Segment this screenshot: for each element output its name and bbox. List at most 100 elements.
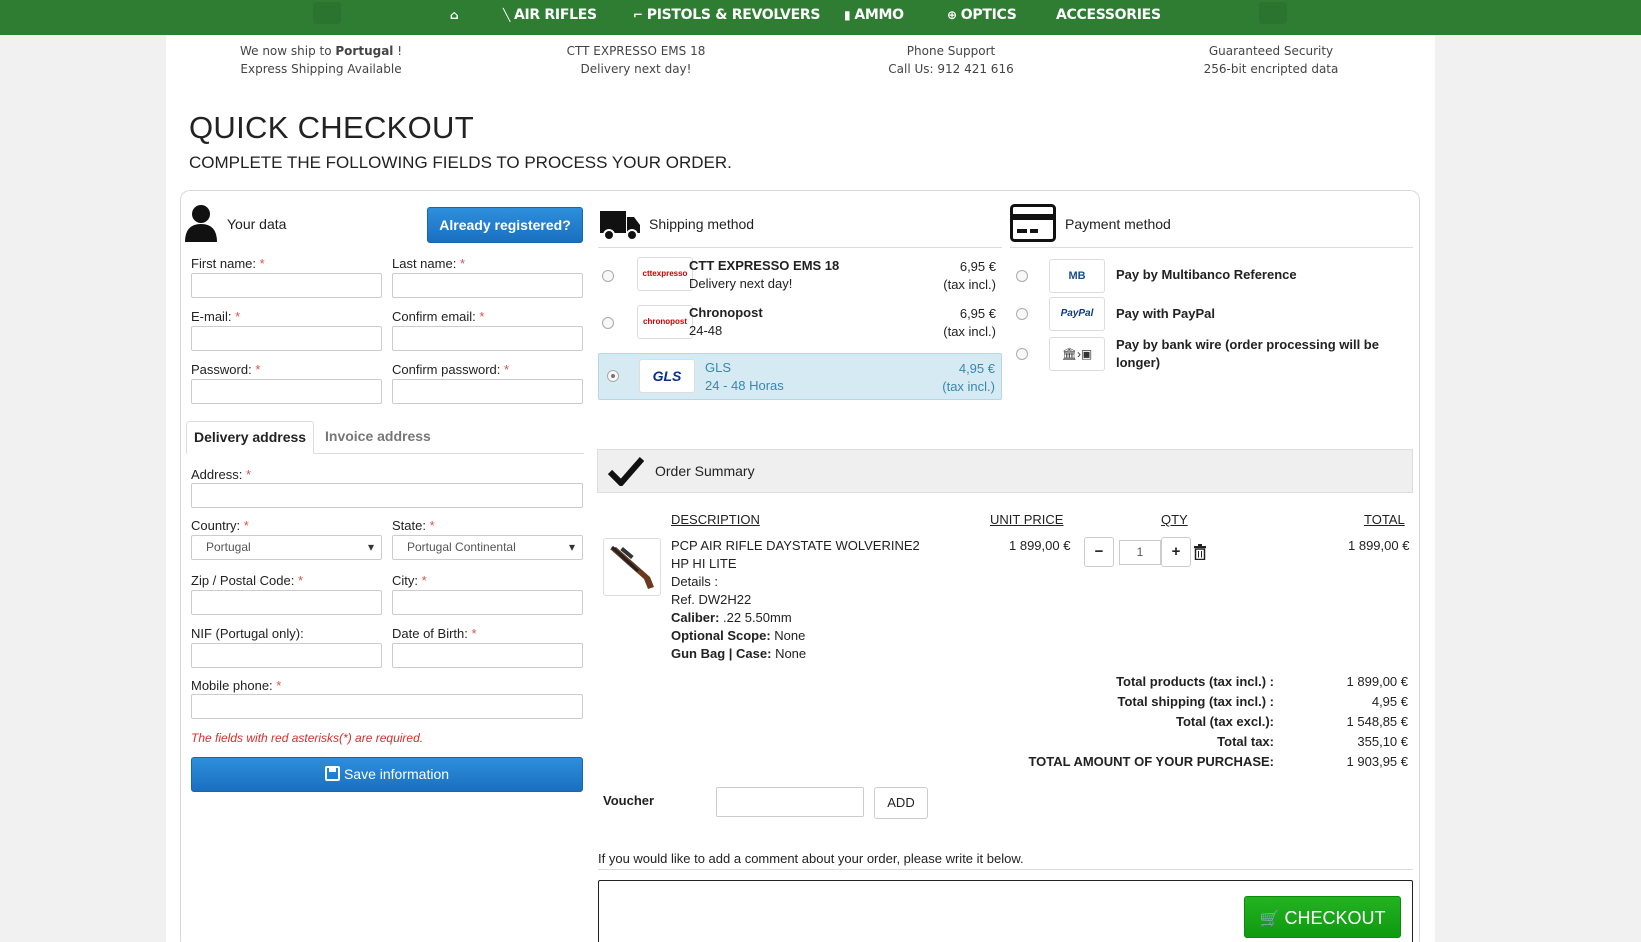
required-mark: * — [276, 678, 282, 693]
nav-ammo[interactable]: ▮ AMMO — [844, 0, 904, 35]
state-select[interactable]: Portugal Continental — [392, 535, 583, 560]
payment-radio-bankwire[interactable] — [1016, 348, 1028, 360]
gls-logo: GLS — [639, 359, 695, 393]
shipping-option-gls[interactable]: GLS GLS 24 - 48 Horas 4,95 € (tax incl.) — [598, 353, 1002, 400]
top-navigation: ⌂ ╲ AIR RIFLES ⌐ PISTOLS & REVOLVERS ▮ AMMO… — [0, 0, 1641, 35]
tab-delivery-address[interactable]: Delivery address — [186, 421, 315, 454]
nav-home[interactable]: ⌂ — [450, 0, 462, 35]
required-mark: * — [429, 518, 435, 533]
home-icon: ⌂ — [450, 8, 459, 22]
qty-input[interactable]: 1 — [1119, 540, 1161, 565]
nav-air-rifles[interactable]: ╲ AIR RIFLES — [503, 0, 597, 35]
last-name-input[interactable] — [392, 273, 583, 298]
country-select[interactable]: Portugal — [191, 535, 382, 560]
info-security: Guaranteed Security 256-bit encripted da… — [1166, 42, 1376, 78]
voucher-input[interactable] — [716, 787, 864, 817]
your-data-heading: Your data — [227, 216, 287, 232]
product-caliber: Caliber: .22 5.50mm — [671, 609, 920, 627]
label-text: Last name: — [392, 256, 457, 271]
label-text: Mobile phone: — [191, 678, 273, 693]
already-registered-button[interactable]: Already registered? — [427, 207, 583, 243]
shipping-radio[interactable] — [602, 270, 614, 282]
payment-name-paypal[interactable]: Pay with PayPal — [1116, 305, 1215, 323]
shipping-radio[interactable] — [602, 317, 614, 329]
last-name-label: Last name: * — [392, 256, 465, 271]
tab-invoice-address[interactable]: Invoice address — [318, 421, 438, 454]
zip-input[interactable] — [191, 590, 382, 615]
qty-increase-button[interactable]: + — [1161, 537, 1191, 567]
mobile-input[interactable] — [191, 694, 583, 719]
payment-heading: Payment method — [1065, 216, 1171, 232]
checkout-button[interactable]: 🛒 CHECKOUT — [1244, 896, 1401, 938]
payment-name-bankwire[interactable]: Pay by bank wire (order processing will … — [1116, 336, 1406, 372]
product-name[interactable]: PCP AIR RIFLE DAYSTATE WOLVERINE2 — [671, 537, 920, 555]
comment-label: If you would like to add a comment about… — [598, 851, 1024, 866]
payment-name-multibanco[interactable]: Pay by Multibanco Reference — [1116, 266, 1297, 284]
truck-icon — [600, 211, 640, 241]
info-text: Call Us: 912 421 616 — [888, 62, 1014, 76]
confirm-password-input[interactable] — [392, 379, 583, 404]
chronopost-logo: chronopost — [637, 305, 693, 339]
password-label: Password: * — [191, 362, 260, 377]
confirm-email-input[interactable] — [392, 326, 583, 351]
info-express: CTT EXPRESSO EMS 18 Delivery next day! — [541, 42, 731, 78]
paypal-logo: PayPal — [1049, 297, 1105, 331]
payment-radio-paypal[interactable] — [1016, 308, 1028, 320]
country-value: Portugal — [206, 540, 251, 554]
page-title: QUICK CHECKOUT — [189, 110, 474, 145]
rifle-image-icon — [610, 545, 654, 589]
page-subtitle: COMPLETE THE FOLLOWING FIELDS TO PROCESS… — [189, 153, 732, 172]
attr-label: Gun Bag | Case: — [671, 646, 772, 661]
dob-input[interactable] — [392, 643, 583, 668]
shipping-option-ctt[interactable]: cttexpresso CTT EXPRESSO EMS 18 Delivery… — [584, 252, 1002, 298]
voucher-add-button[interactable]: ADD — [874, 787, 928, 819]
nif-input[interactable] — [191, 643, 382, 668]
required-mark: * — [243, 518, 249, 533]
product-ref: Ref. DW2H22 — [671, 592, 752, 607]
shipping-sub: 24 - 48 Horas — [705, 378, 784, 393]
shipping-sub: Delivery next day! — [689, 276, 793, 291]
attr-label: Optional Scope: — [671, 628, 771, 643]
shipping-name: CTT EXPRESSO EMS 18 — [689, 258, 840, 273]
shipping-name: Chronopost — [689, 305, 763, 320]
crosshair-icon: ⊕ — [947, 8, 957, 22]
shipping-option-chronopost[interactable]: chronopost Chronopost 24-48 6,95 € (tax i… — [584, 299, 1002, 345]
city-input[interactable] — [392, 590, 583, 615]
first-name-label: First name: * — [191, 256, 265, 271]
col-unit-price: UNIT PRICE — [990, 512, 1064, 527]
logo-text: MB — [1068, 270, 1086, 282]
qty-decrease-button[interactable]: − — [1084, 537, 1114, 567]
shipping-heading: Shipping method — [649, 216, 755, 232]
total-excl-value: 1 548,85 € — [1346, 714, 1408, 729]
password-input[interactable] — [191, 379, 382, 404]
info-phone: Phone Support Call Us: 912 421 616 — [856, 42, 1046, 78]
required-mark: * — [421, 573, 427, 588]
logo-text: chronopost — [643, 317, 687, 326]
product-thumbnail[interactable] — [603, 538, 661, 596]
address-input[interactable] — [191, 483, 583, 508]
info-text: Delivery next day! — [580, 62, 692, 76]
product-name-cont: HP HI LITE — [671, 556, 737, 571]
nav-accessories[interactable]: ACCESSORIES — [1056, 0, 1161, 35]
shipping-radio-selected[interactable] — [607, 370, 619, 382]
checkmark-icon — [608, 457, 644, 486]
trash-icon[interactable] — [1193, 544, 1207, 560]
logo-text: cttexpresso — [642, 269, 688, 278]
email-input[interactable] — [191, 326, 382, 351]
mobile-label: Mobile phone: * — [191, 678, 281, 693]
required-mark: * — [297, 573, 304, 588]
payment-radio-multibanco[interactable] — [1016, 270, 1028, 282]
ctt-logo: cttexpresso — [637, 257, 693, 291]
label-text: E-mail: — [191, 309, 232, 324]
shipping-price: 6,95 € (tax incl.) — [943, 258, 996, 294]
email-label: E-mail: * — [191, 309, 240, 324]
first-name-input[interactable] — [191, 273, 382, 298]
attr-label: Caliber: — [671, 610, 720, 625]
save-information-button[interactable]: Save information — [191, 757, 583, 792]
nav-pistols[interactable]: ⌐ PISTOLS & REVOLVERS — [633, 0, 820, 35]
total-amount-label: TOTAL AMOUNT OF YOUR PURCHASE: — [1028, 754, 1274, 769]
total-products-value: 1 899,00 € — [1346, 674, 1408, 689]
required-mark: * — [459, 256, 466, 271]
label-text: Date of Birth: — [392, 626, 468, 641]
nav-optics[interactable]: ⊕ OPTICS — [947, 0, 1017, 35]
